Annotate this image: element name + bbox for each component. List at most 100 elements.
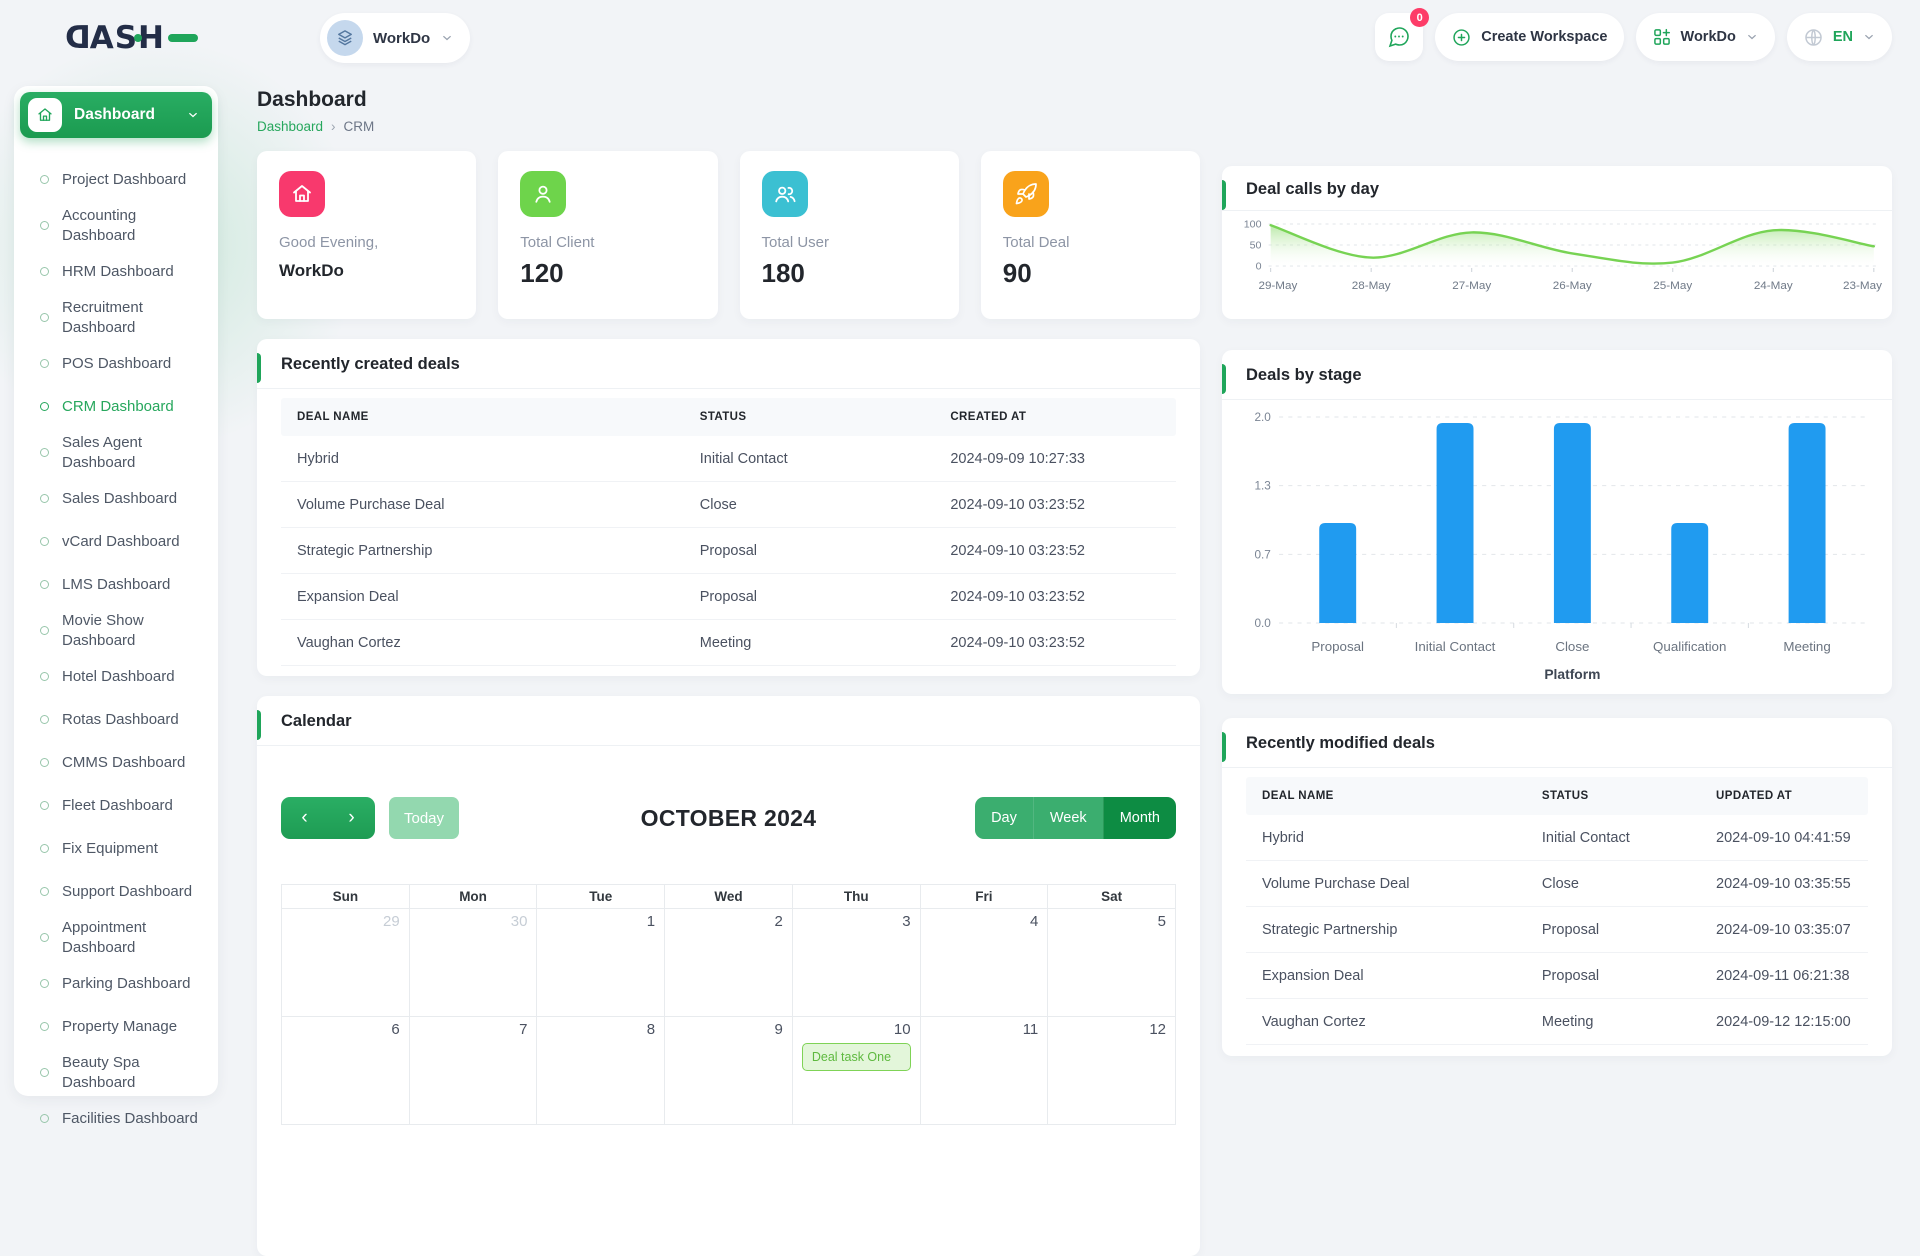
- users-icon: [762, 171, 808, 217]
- main-content: Dashboard Dashboard › CRM Good Evening,W…: [257, 88, 1892, 1256]
- messages-button[interactable]: 0: [1375, 13, 1423, 61]
- calendar-event[interactable]: Deal task One: [802, 1043, 911, 1071]
- sidebar-item-recruitment-dashboard[interactable]: Recruitment Dashboard: [14, 293, 218, 342]
- calendar-day-cell[interactable]: 11: [921, 1017, 1049, 1125]
- stat-label: Total User: [762, 234, 937, 251]
- sidebar-item-sales-dashboard[interactable]: Sales Dashboard: [14, 477, 218, 520]
- sidebar-item-support-dashboard[interactable]: Support Dashboard: [14, 870, 218, 913]
- sidebar-item-label: CMMS Dashboard: [62, 753, 185, 773]
- column-header: DEAL NAME: [281, 398, 684, 436]
- rocket-icon: [1003, 171, 1049, 217]
- sidebar-item-hrm-dashboard[interactable]: HRM Dashboard: [14, 250, 218, 293]
- calendar-day-cell[interactable]: 9: [665, 1017, 793, 1125]
- svg-text:50: 50: [1250, 240, 1262, 252]
- sidebar-item-fix-equipment[interactable]: Fix Equipment: [14, 827, 218, 870]
- calendar-day-cell[interactable]: 2: [665, 909, 793, 1017]
- view-month-button[interactable]: Month: [1103, 797, 1176, 839]
- table-cell: 2024-09-09 10:27:33: [934, 436, 1176, 481]
- table-row[interactable]: HybridInitial Contact2024-09-10 04:41:59: [1246, 815, 1868, 861]
- calendar-day-cell[interactable]: 5: [1048, 909, 1176, 1017]
- svg-text:2.0: 2.0: [1254, 411, 1271, 424]
- column-header: CREATED AT: [934, 398, 1176, 436]
- view-week-button[interactable]: Week: [1033, 797, 1103, 839]
- calendar-day-cell[interactable]: 6: [282, 1017, 410, 1125]
- table-cell: 2024-09-11 06:21:38: [1700, 953, 1868, 998]
- column-header: STATUS: [1526, 777, 1700, 815]
- language-selector[interactable]: EN: [1787, 13, 1892, 61]
- stat-card-total-user: Total User180: [740, 151, 959, 319]
- calendar-card: Calendar ‹ › Today OCTOBER 2024 DayWeekM…: [257, 696, 1200, 1256]
- chat-icon: [1387, 25, 1411, 49]
- calendar-day-cell[interactable]: 12: [1048, 1017, 1176, 1125]
- calendar-day-cell[interactable]: 8: [537, 1017, 665, 1125]
- chevron-right-icon: ›: [348, 807, 354, 829]
- calendar-views: DayWeekMonth: [975, 797, 1176, 839]
- deals-stage-chart: 2.01.30.70.0ProposalInitial ContactClose…: [1238, 401, 1876, 689]
- sidebar-item-label: Fix Equipment: [62, 839, 158, 859]
- create-workspace-button[interactable]: Create Workspace: [1435, 13, 1623, 61]
- calendar-grid: 293012345678910Deal task One1112: [282, 909, 1176, 1125]
- bullet-circle-icon: [40, 887, 49, 896]
- sidebar-item-property-manage[interactable]: Property Manage: [14, 1005, 218, 1048]
- calendar-day-cell[interactable]: 7: [410, 1017, 538, 1125]
- sidebar-item-facilities-dashboard[interactable]: Facilities Dashboard: [14, 1097, 218, 1140]
- table-cell: Proposal: [684, 528, 935, 573]
- calendar-day-cell[interactable]: 30: [410, 909, 538, 1017]
- view-day-button[interactable]: Day: [975, 797, 1033, 839]
- svg-text:23-May: 23-May: [1843, 280, 1882, 292]
- calendar-day-cell[interactable]: 1: [537, 909, 665, 1017]
- sidebar-item-pos-dashboard[interactable]: POS Dashboard: [14, 342, 218, 385]
- sidebar-item-hotel-dashboard[interactable]: Hotel Dashboard: [14, 655, 218, 698]
- sidebar-item-accounting-dashboard[interactable]: Accounting Dashboard: [14, 201, 218, 250]
- sidebar-header-label: Dashboard: [74, 106, 155, 124]
- svg-text:1.3: 1.3: [1254, 480, 1270, 493]
- sidebar-dashboard-toggle[interactable]: Dashboard: [20, 92, 212, 138]
- table-row[interactable]: Strategic PartnershipProposal2024-09-10 …: [1246, 907, 1868, 953]
- sidebar-item-parking-dashboard[interactable]: Parking Dashboard: [14, 962, 218, 1005]
- grid-plus-icon: [1652, 27, 1672, 47]
- sidebar-item-project-dashboard[interactable]: Project Dashboard: [14, 158, 218, 201]
- sidebar-item-fleet-dashboard[interactable]: Fleet Dashboard: [14, 784, 218, 827]
- table-row[interactable]: Vaughan CortezMeeting2024-09-12 12:15:00: [1246, 999, 1868, 1045]
- workspace-pill[interactable]: WorkDo: [320, 13, 470, 63]
- bullet-circle-icon: [40, 537, 49, 546]
- deal-calls-card: Deal calls by day 10050029-May28-May27-M…: [1222, 166, 1892, 319]
- calendar-month-title: OCTOBER 2024: [641, 805, 817, 832]
- prev-month-button[interactable]: ‹: [281, 797, 328, 839]
- workspace-switcher-label: WorkDo: [1681, 29, 1736, 45]
- sidebar-item-rotas-dashboard[interactable]: Rotas Dashboard: [14, 698, 218, 741]
- sidebar-item-beauty-spa-dashboard[interactable]: Beauty Spa Dashboard: [14, 1048, 218, 1097]
- table-cell: Volume Purchase Deal: [1246, 861, 1526, 906]
- svg-text:Proposal: Proposal: [1311, 639, 1364, 654]
- created-deals-table: DEAL NAMESTATUSCREATED ATHybridInitial C…: [257, 389, 1200, 666]
- today-button[interactable]: Today: [389, 797, 459, 839]
- workspace-switcher-button[interactable]: WorkDo: [1636, 13, 1775, 61]
- calendar-day-cell[interactable]: 29: [282, 909, 410, 1017]
- calendar-day-cell[interactable]: 3: [793, 909, 921, 1017]
- breadcrumb-current: CRM: [344, 119, 375, 134]
- table-row[interactable]: Expansion DealProposal2024-09-11 06:21:3…: [1246, 953, 1868, 999]
- calendar-day-cell[interactable]: 10Deal task One: [793, 1017, 921, 1125]
- table-row[interactable]: Volume Purchase DealClose2024-09-10 03:2…: [281, 482, 1176, 528]
- calendar-day-header: Tue: [537, 885, 665, 909]
- next-month-button[interactable]: ›: [328, 797, 375, 839]
- table-row[interactable]: Expansion DealProposal2024-09-10 03:23:5…: [281, 574, 1176, 620]
- breadcrumb-separator: ›: [331, 119, 336, 134]
- table-row[interactable]: Volume Purchase DealClose2024-09-10 03:3…: [1246, 861, 1868, 907]
- calendar-day-cell[interactable]: 4: [921, 909, 1049, 1017]
- table-row[interactable]: Strategic PartnershipProposal2024-09-10 …: [281, 528, 1176, 574]
- sidebar-item-crm-dashboard[interactable]: CRM Dashboard: [14, 385, 218, 428]
- table-row[interactable]: Vaughan CortezMeeting2024-09-10 03:23:52: [281, 620, 1176, 666]
- deal-calls-chart: 10050029-May28-May27-May26-May25-May24-M…: [1228, 212, 1886, 308]
- sidebar-item-sales-agent-dashboard[interactable]: Sales Agent Dashboard: [14, 428, 218, 477]
- svg-text:Close: Close: [1555, 639, 1589, 654]
- sidebar-item-vcard-dashboard[interactable]: vCard Dashboard: [14, 520, 218, 563]
- sidebar-item-movie-show-dashboard[interactable]: Movie Show Dashboard: [14, 606, 218, 655]
- table-row[interactable]: HybridInitial Contact2024-09-09 10:27:33: [281, 436, 1176, 482]
- sidebar-item-label: CRM Dashboard: [62, 397, 174, 417]
- sidebar-item-cmms-dashboard[interactable]: CMMS Dashboard: [14, 741, 218, 784]
- breadcrumb-dashboard-link[interactable]: Dashboard: [257, 119, 323, 134]
- sidebar-item-lms-dashboard[interactable]: LMS Dashboard: [14, 563, 218, 606]
- sidebar-item-appointment-dashboard[interactable]: Appointment Dashboard: [14, 913, 218, 962]
- day-number: 12: [1057, 1021, 1166, 1038]
